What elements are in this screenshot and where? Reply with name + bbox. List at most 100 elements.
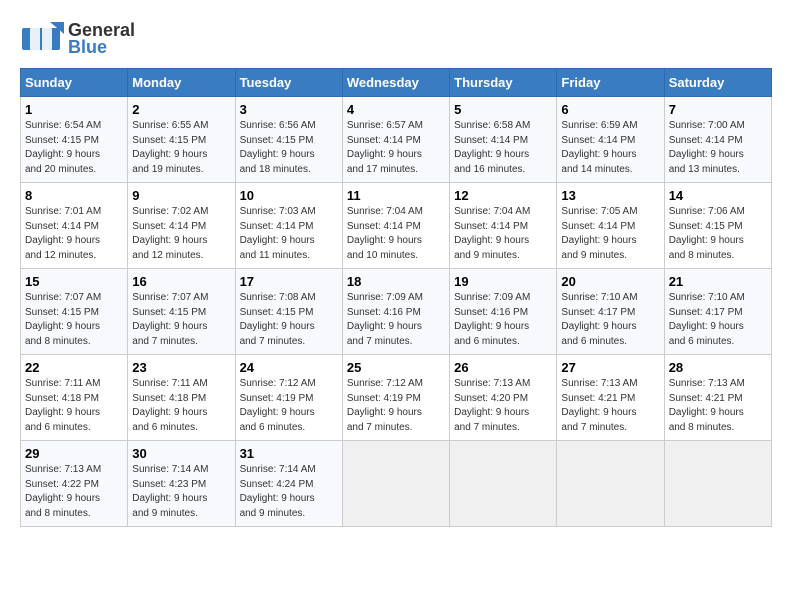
- calendar-cell: 9 Sunrise: 7:02 AM Sunset: 4:14 PM Dayli…: [128, 183, 235, 269]
- day-number: 22: [25, 360, 123, 375]
- calendar-cell: 14 Sunrise: 7:06 AM Sunset: 4:15 PM Dayl…: [664, 183, 771, 269]
- calendar-cell: 22 Sunrise: 7:11 AM Sunset: 4:18 PM Dayl…: [21, 355, 128, 441]
- calendar-cell: 26 Sunrise: 7:13 AM Sunset: 4:20 PM Dayl…: [450, 355, 557, 441]
- day-number: 5: [454, 102, 552, 117]
- day-number: 20: [561, 274, 659, 289]
- calendar-cell: 1 Sunrise: 6:54 AM Sunset: 4:15 PM Dayli…: [21, 97, 128, 183]
- col-header-wednesday: Wednesday: [342, 69, 449, 97]
- week-row: 15 Sunrise: 7:07 AM Sunset: 4:15 PM Dayl…: [21, 269, 772, 355]
- day-number: 23: [132, 360, 230, 375]
- day-info: Sunrise: 7:10 AM Sunset: 4:17 PM Dayligh…: [669, 292, 745, 347]
- day-info: Sunrise: 7:09 AM Sunset: 4:16 PM Dayligh…: [347, 292, 423, 347]
- logo-icon: [20, 20, 64, 58]
- day-info: Sunrise: 7:13 AM Sunset: 4:22 PM Dayligh…: [25, 464, 101, 519]
- day-info: Sunrise: 7:07 AM Sunset: 4:15 PM Dayligh…: [132, 292, 208, 347]
- calendar-cell: 10 Sunrise: 7:03 AM Sunset: 4:14 PM Dayl…: [235, 183, 342, 269]
- day-number: 11: [347, 188, 445, 203]
- calendar-cell: 3 Sunrise: 6:56 AM Sunset: 4:15 PM Dayli…: [235, 97, 342, 183]
- day-info: Sunrise: 7:02 AM Sunset: 4:14 PM Dayligh…: [132, 206, 208, 261]
- calendar-cell: 25 Sunrise: 7:12 AM Sunset: 4:19 PM Dayl…: [342, 355, 449, 441]
- week-row: 8 Sunrise: 7:01 AM Sunset: 4:14 PM Dayli…: [21, 183, 772, 269]
- calendar-cell: 19 Sunrise: 7:09 AM Sunset: 4:16 PM Dayl…: [450, 269, 557, 355]
- col-header-saturday: Saturday: [664, 69, 771, 97]
- day-number: 1: [25, 102, 123, 117]
- day-info: Sunrise: 7:06 AM Sunset: 4:15 PM Dayligh…: [669, 206, 745, 261]
- day-number: 13: [561, 188, 659, 203]
- day-number: 8: [25, 188, 123, 203]
- day-number: 18: [347, 274, 445, 289]
- day-info: Sunrise: 6:55 AM Sunset: 4:15 PM Dayligh…: [132, 120, 208, 175]
- calendar-cell: 13 Sunrise: 7:05 AM Sunset: 4:14 PM Dayl…: [557, 183, 664, 269]
- calendar-cell: 4 Sunrise: 6:57 AM Sunset: 4:14 PM Dayli…: [342, 97, 449, 183]
- day-info: Sunrise: 7:03 AM Sunset: 4:14 PM Dayligh…: [240, 206, 316, 261]
- day-number: 12: [454, 188, 552, 203]
- day-info: Sunrise: 7:11 AM Sunset: 4:18 PM Dayligh…: [132, 378, 207, 433]
- week-row: 1 Sunrise: 6:54 AM Sunset: 4:15 PM Dayli…: [21, 97, 772, 183]
- day-number: 17: [240, 274, 338, 289]
- day-number: 7: [669, 102, 767, 117]
- day-number: 28: [669, 360, 767, 375]
- day-info: Sunrise: 7:08 AM Sunset: 4:15 PM Dayligh…: [240, 292, 316, 347]
- day-number: 14: [669, 188, 767, 203]
- col-header-sunday: Sunday: [21, 69, 128, 97]
- calendar-table: SundayMondayTuesdayWednesdayThursdayFrid…: [20, 68, 772, 527]
- calendar-cell: 18 Sunrise: 7:09 AM Sunset: 4:16 PM Dayl…: [342, 269, 449, 355]
- day-info: Sunrise: 7:14 AM Sunset: 4:24 PM Dayligh…: [240, 464, 316, 519]
- calendar-cell: 30 Sunrise: 7:14 AM Sunset: 4:23 PM Dayl…: [128, 441, 235, 527]
- calendar-cell: 21 Sunrise: 7:10 AM Sunset: 4:17 PM Dayl…: [664, 269, 771, 355]
- calendar-cell: 8 Sunrise: 7:01 AM Sunset: 4:14 PM Dayli…: [21, 183, 128, 269]
- page-header: General Blue: [20, 20, 772, 58]
- col-header-thursday: Thursday: [450, 69, 557, 97]
- day-info: Sunrise: 7:10 AM Sunset: 4:17 PM Dayligh…: [561, 292, 637, 347]
- day-info: Sunrise: 7:05 AM Sunset: 4:14 PM Dayligh…: [561, 206, 637, 261]
- day-number: 19: [454, 274, 552, 289]
- day-number: 10: [240, 188, 338, 203]
- day-number: 3: [240, 102, 338, 117]
- day-number: 21: [669, 274, 767, 289]
- day-number: 24: [240, 360, 338, 375]
- day-info: Sunrise: 7:09 AM Sunset: 4:16 PM Dayligh…: [454, 292, 530, 347]
- day-info: Sunrise: 6:58 AM Sunset: 4:14 PM Dayligh…: [454, 120, 530, 175]
- col-header-friday: Friday: [557, 69, 664, 97]
- calendar-cell: 16 Sunrise: 7:07 AM Sunset: 4:15 PM Dayl…: [128, 269, 235, 355]
- day-info: Sunrise: 7:12 AM Sunset: 4:19 PM Dayligh…: [347, 378, 423, 433]
- week-row: 29 Sunrise: 7:13 AM Sunset: 4:22 PM Dayl…: [21, 441, 772, 527]
- day-info: Sunrise: 7:00 AM Sunset: 4:14 PM Dayligh…: [669, 120, 745, 175]
- calendar-cell: 7 Sunrise: 7:00 AM Sunset: 4:14 PM Dayli…: [664, 97, 771, 183]
- day-number: 27: [561, 360, 659, 375]
- day-info: Sunrise: 6:56 AM Sunset: 4:15 PM Dayligh…: [240, 120, 316, 175]
- day-number: 29: [25, 446, 123, 461]
- week-row: 22 Sunrise: 7:11 AM Sunset: 4:18 PM Dayl…: [21, 355, 772, 441]
- calendar-cell: [342, 441, 449, 527]
- day-info: Sunrise: 6:59 AM Sunset: 4:14 PM Dayligh…: [561, 120, 637, 175]
- day-info: Sunrise: 6:54 AM Sunset: 4:15 PM Dayligh…: [25, 120, 101, 175]
- day-number: 16: [132, 274, 230, 289]
- header-row: SundayMondayTuesdayWednesdayThursdayFrid…: [21, 69, 772, 97]
- day-info: Sunrise: 7:11 AM Sunset: 4:18 PM Dayligh…: [25, 378, 100, 433]
- calendar-cell: 24 Sunrise: 7:12 AM Sunset: 4:19 PM Dayl…: [235, 355, 342, 441]
- calendar-cell: 29 Sunrise: 7:13 AM Sunset: 4:22 PM Dayl…: [21, 441, 128, 527]
- day-number: 6: [561, 102, 659, 117]
- day-info: Sunrise: 7:04 AM Sunset: 4:14 PM Dayligh…: [454, 206, 530, 261]
- day-info: Sunrise: 7:13 AM Sunset: 4:20 PM Dayligh…: [454, 378, 530, 433]
- calendar-cell: [450, 441, 557, 527]
- day-number: 9: [132, 188, 230, 203]
- day-info: Sunrise: 7:01 AM Sunset: 4:14 PM Dayligh…: [25, 206, 101, 261]
- day-number: 25: [347, 360, 445, 375]
- calendar-cell: 23 Sunrise: 7:11 AM Sunset: 4:18 PM Dayl…: [128, 355, 235, 441]
- day-info: Sunrise: 7:13 AM Sunset: 4:21 PM Dayligh…: [669, 378, 745, 433]
- calendar-cell: 31 Sunrise: 7:14 AM Sunset: 4:24 PM Dayl…: [235, 441, 342, 527]
- calendar-cell: 15 Sunrise: 7:07 AM Sunset: 4:15 PM Dayl…: [21, 269, 128, 355]
- day-number: 2: [132, 102, 230, 117]
- day-number: 30: [132, 446, 230, 461]
- day-info: Sunrise: 7:04 AM Sunset: 4:14 PM Dayligh…: [347, 206, 423, 261]
- calendar-cell: 27 Sunrise: 7:13 AM Sunset: 4:21 PM Dayl…: [557, 355, 664, 441]
- day-info: Sunrise: 7:14 AM Sunset: 4:23 PM Dayligh…: [132, 464, 208, 519]
- day-number: 26: [454, 360, 552, 375]
- calendar-cell: [557, 441, 664, 527]
- col-header-tuesday: Tuesday: [235, 69, 342, 97]
- calendar-cell: [664, 441, 771, 527]
- calendar-cell: 28 Sunrise: 7:13 AM Sunset: 4:21 PM Dayl…: [664, 355, 771, 441]
- calendar-cell: 17 Sunrise: 7:08 AM Sunset: 4:15 PM Dayl…: [235, 269, 342, 355]
- calendar-cell: 2 Sunrise: 6:55 AM Sunset: 4:15 PM Dayli…: [128, 97, 235, 183]
